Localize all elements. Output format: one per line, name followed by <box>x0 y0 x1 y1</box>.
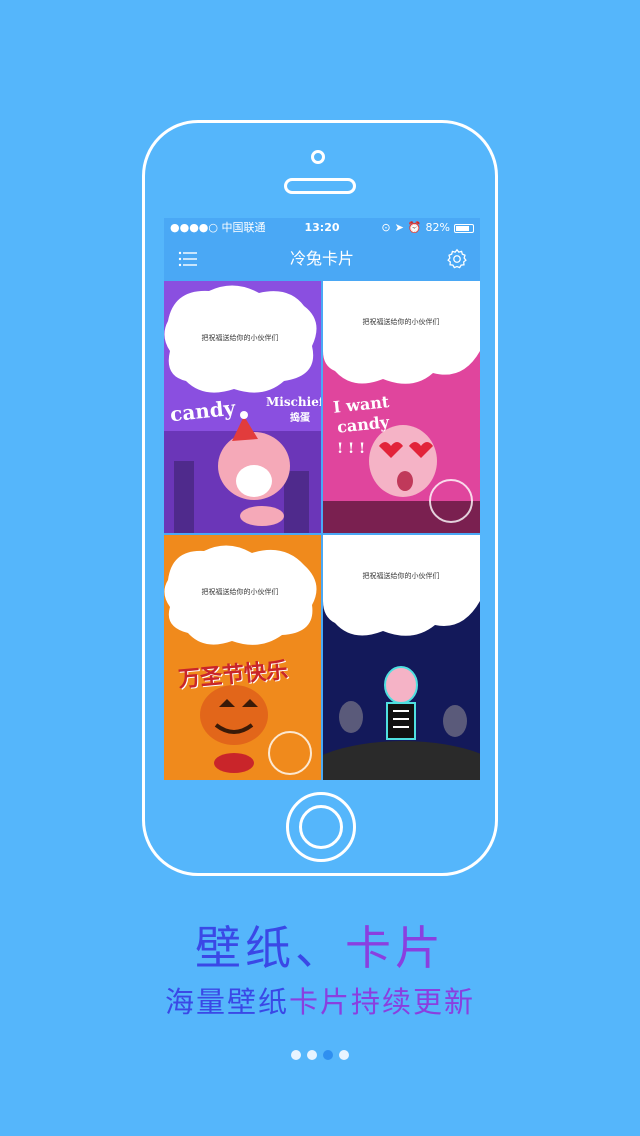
feature-subline: 海量壁纸卡片持续更新 <box>0 982 640 1022</box>
page-dot[interactable] <box>291 1050 301 1060</box>
card-candy[interactable]: 把祝福送给你的小伙伴们 candy Mischief 捣蛋 <box>164 281 321 533</box>
card-skeleton[interactable]: 把祝福送给你的小伙伴们 <box>323 535 480 780</box>
page-indicator <box>0 1050 640 1060</box>
card-grid: 把祝福送给你的小伙伴们 candy Mischief 捣蛋 把祝福送给你的小伙伴… <box>164 281 480 780</box>
camera-icon <box>311 150 325 164</box>
download-icon[interactable] <box>268 731 312 775</box>
card-art-text-3: ! ! ! <box>337 441 366 457</box>
card-caption: 把祝福送给你的小伙伴们 <box>201 588 279 596</box>
home-button <box>286 792 356 862</box>
download-icon[interactable] <box>429 479 473 523</box>
gear-icon[interactable] <box>446 248 468 270</box>
status-bar: ●●●●○ 中国联通 13:20 ⊙ ➤ ⏰ 82% <box>164 218 480 238</box>
card-caption: 把祝福送给你的小伙伴们 <box>201 334 279 342</box>
headline-part2: 卡片 <box>345 921 445 975</box>
card-caption: 把祝福送给你的小伙伴们 <box>362 572 440 580</box>
speaker-slot <box>284 178 356 194</box>
nav-bar: 冷兔卡片 <box>164 238 480 280</box>
card-art-text-2: Mischief <box>266 395 321 409</box>
battery-icon <box>454 223 474 233</box>
battery-percent: 82% <box>425 221 450 234</box>
page-dot[interactable] <box>339 1050 349 1060</box>
card-halloween[interactable]: 把祝福送给你的小伙伴们 万圣节快乐 <box>164 535 321 780</box>
feature-headline: 壁纸、卡片 <box>0 918 640 978</box>
headline-part1: 壁纸、 <box>195 921 345 975</box>
page-dot[interactable] <box>307 1050 317 1060</box>
subline-part2: 卡片持续更新 <box>289 985 476 1019</box>
lock-rotation-icon: ⊙ <box>381 221 391 234</box>
card-art-text-3: 捣蛋 <box>290 413 310 424</box>
phone-screen: ●●●●○ 中国联通 13:20 ⊙ ➤ ⏰ 82% 冷兔卡片 把祝福送给你的小… <box>164 218 480 780</box>
page-title: 冷兔卡片 <box>289 249 354 268</box>
alarm-icon: ⏰ <box>407 221 422 234</box>
status-right: ⊙ ➤ ⏰ 82% <box>381 218 474 238</box>
page-dot[interactable] <box>323 1050 333 1060</box>
home-button-inner <box>299 805 343 849</box>
location-icon: ➤ <box>394 221 404 234</box>
card-caption: 把祝福送给你的小伙伴们 <box>362 318 440 326</box>
subline-part1: 海量壁纸 <box>164 985 289 1019</box>
card-i-want-candy[interactable]: 把祝福送给你的小伙伴们 I want candy ! ! ! <box>323 281 480 533</box>
